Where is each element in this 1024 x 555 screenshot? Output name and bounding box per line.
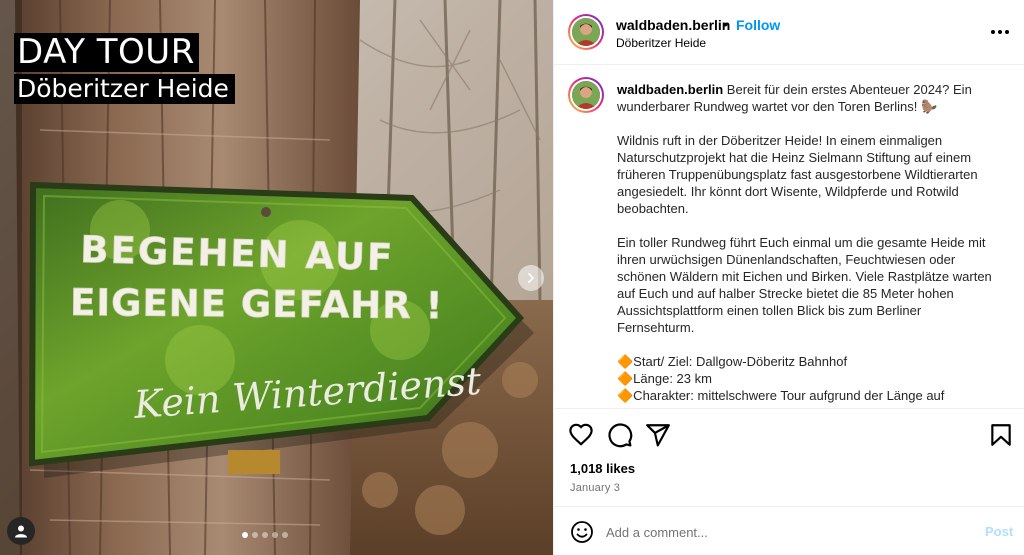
overlay-subtitle: Döberitzer Heide [14,74,235,104]
caption-body: Bereit für dein erstes Abenteuer 2024? E… [617,82,992,403]
caption-username[interactable]: waldbaden.berlin [617,82,723,97]
avatar-photo [572,18,600,46]
more-options-icon[interactable] [990,22,1010,42]
avatar-photo [572,81,600,109]
bookmark-icon[interactable] [988,422,1014,448]
post-sidebar: waldbaden.berlin • Follow Döberitzer Hei… [553,0,1024,555]
caption-avatar[interactable] [568,77,604,113]
carousel-dot [252,532,258,538]
heart-icon[interactable] [568,422,594,448]
caption-section: waldbaden.berlin Bereit für dein erstes … [554,66,1024,408]
location-link[interactable]: Döberitzer Heide [616,36,706,50]
carousel-dot [272,532,278,538]
tagged-users-button[interactable] [7,517,35,545]
author-avatar[interactable] [568,14,604,50]
share-icon[interactable] [645,422,671,448]
likes-count[interactable]: 1,018 likes [570,461,635,476]
next-arrow-icon [528,273,534,283]
action-bar: 1,018 likes January 3 [554,408,1024,506]
sign-line-1: BEGEHEN AUF [80,228,395,279]
header-separator: • [723,16,728,32]
comment-input[interactable] [606,520,966,544]
author-username[interactable]: waldbaden.berlin [616,17,730,33]
caption-text: waldbaden.berlin Bereit für dein erstes … [617,81,997,404]
post-header: waldbaden.berlin • Follow Döberitzer Hei… [554,0,1024,65]
comment-icon[interactable] [607,422,633,448]
comment-bar: Post [554,506,1024,555]
carousel-indicator [242,532,288,538]
emoji-icon[interactable] [570,520,594,544]
sign-line-2: EIGENE GEFAHR ! [70,281,444,327]
carousel-dot [242,532,248,538]
overlay-title: DAY TOUR [14,33,199,72]
follow-button[interactable]: Follow [736,17,780,33]
post-image[interactable]: BEGEHEN AUF EIGENE GEFAHR ! Kein Winterd… [0,0,553,555]
carousel-dot [262,532,268,538]
post-comment-button[interactable]: Post [985,524,1013,539]
carousel-dot [282,532,288,538]
next-image-button[interactable] [518,265,544,291]
post-date[interactable]: January 3 [570,482,620,494]
user-tag-icon [15,525,27,538]
